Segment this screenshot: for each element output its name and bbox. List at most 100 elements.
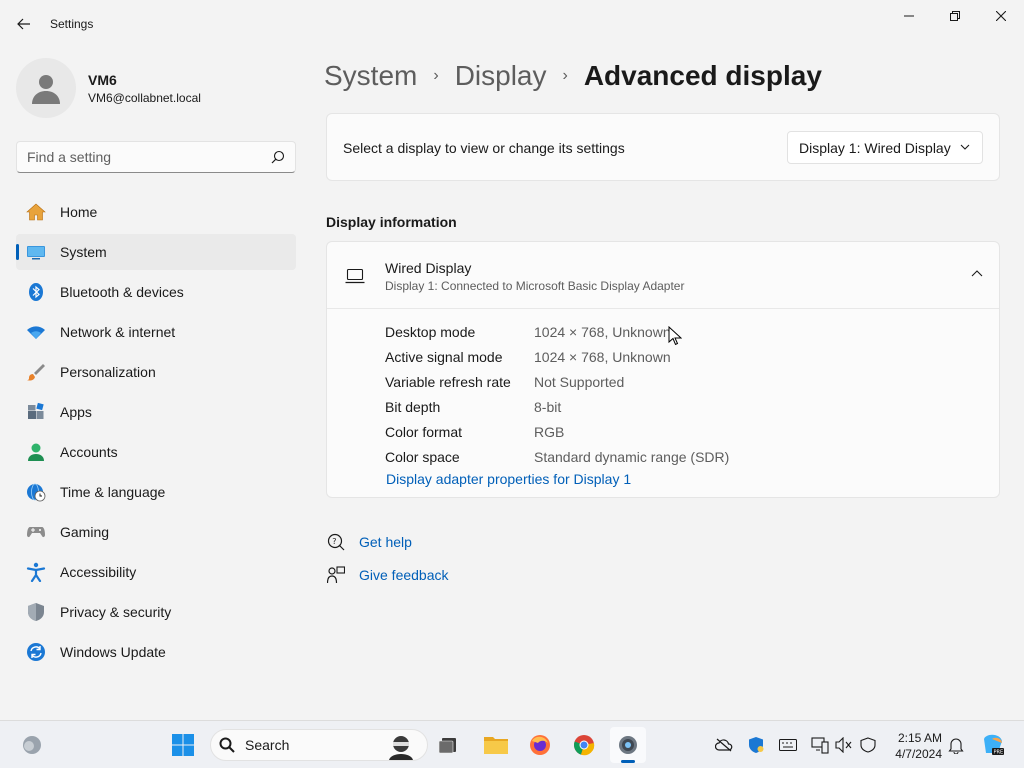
firefox-icon — [530, 735, 550, 755]
sidebar-item-label: Time & language — [60, 484, 166, 500]
info-key: Color format — [385, 423, 463, 440]
notification-bell-icon[interactable] — [946, 735, 966, 755]
avatar[interactable] — [16, 58, 76, 118]
breadcrumb-display[interactable]: Display — [455, 60, 547, 92]
info-key: Active signal mode — [385, 348, 503, 365]
firefox-button[interactable] — [522, 727, 558, 763]
search-highlight-icon — [389, 736, 413, 760]
minimize-button[interactable] — [886, 0, 932, 32]
sidebar-item-personalization[interactable]: Personalization — [16, 354, 296, 390]
breadcrumb-system[interactable]: System — [324, 60, 417, 92]
settings-app-button[interactable] — [610, 727, 646, 763]
clock-time: 2:15 AM — [897, 731, 942, 745]
adapter-properties-link[interactable]: Display adapter properties for Display 1 — [386, 471, 631, 487]
sidebar-item-label: Privacy & security — [60, 604, 172, 620]
sidebar-item-label: Windows Update — [60, 644, 166, 660]
sidebar-item-accounts[interactable]: Accounts — [16, 434, 296, 470]
display-dropdown-value: Display 1: Wired Display — [799, 139, 951, 156]
info-key: Bit depth — [385, 398, 441, 415]
search-input[interactable] — [17, 142, 257, 172]
defender-icon[interactable] — [746, 735, 766, 755]
copilot-icon[interactable]: PRE — [980, 731, 1006, 757]
sidebar-item-label: Network & internet — [60, 324, 176, 340]
start-button[interactable] — [165, 727, 201, 763]
security-shield-icon[interactable] — [858, 735, 878, 755]
keyboard-icon[interactable] — [778, 735, 798, 755]
info-value: Not Supported — [534, 373, 625, 390]
gear-icon — [619, 736, 637, 754]
user-email: VM6@collabnet.local — [88, 91, 201, 105]
task-view-icon — [438, 738, 456, 754]
user-icon — [32, 75, 60, 104]
sidebar-item-network[interactable]: Network & internet — [16, 314, 296, 350]
restore-button[interactable] — [932, 0, 978, 32]
sidebar-item-home[interactable]: Home — [16, 194, 296, 230]
clock-date: 4/7/2024 — [895, 747, 942, 761]
info-row: Color space Standard dynamic range (SDR) — [385, 444, 729, 469]
sidebar-item-gaming[interactable]: Gaming — [16, 514, 296, 550]
system-clock[interactable]: 2:15 AM 4/7/2024 — [886, 730, 942, 762]
controller-icon — [26, 522, 46, 542]
sidebar-nav: Home System Bluetooth & devices Network … — [16, 194, 296, 674]
wifi-icon — [26, 322, 46, 342]
sidebar-item-label: Personalization — [60, 364, 156, 380]
chrome-button[interactable] — [566, 727, 602, 763]
chevron-up-icon[interactable] — [971, 268, 983, 280]
shield-icon — [26, 602, 46, 622]
sidebar-item-label: Home — [60, 204, 98, 220]
close-icon — [996, 11, 1006, 21]
chrome-icon — [574, 735, 595, 756]
info-row: Color format RGB — [385, 419, 729, 444]
info-value: 8-bit — [534, 398, 562, 415]
sidebar-item-time-language[interactable]: Time & language — [16, 474, 296, 510]
mouse-cursor-icon — [668, 326, 682, 346]
info-row: Active signal mode 1024 × 768, Unknown — [385, 344, 729, 369]
breadcrumb-separator: › — [433, 67, 439, 84]
network-icon[interactable] — [810, 735, 830, 755]
give-feedback-label: Give feedback — [359, 567, 449, 583]
minimize-icon — [904, 15, 914, 17]
settings-search[interactable] — [16, 141, 296, 173]
onedrive-icon[interactable] — [714, 735, 734, 755]
feedback-icon — [326, 565, 346, 585]
widgets-button[interactable] — [14, 727, 50, 763]
sidebar-item-system[interactable]: System — [16, 234, 296, 270]
get-help-link[interactable]: ? Get help — [326, 532, 412, 552]
taskbar-search[interactable]: Search — [210, 729, 428, 761]
sidebar-item-accessibility[interactable]: Accessibility — [16, 554, 296, 590]
laptop-icon — [345, 268, 365, 284]
taskbar-search-label: Search — [245, 737, 290, 753]
volume-muted-icon[interactable] — [834, 735, 854, 755]
sidebar-item-bluetooth[interactable]: Bluetooth & devices — [16, 274, 296, 310]
info-value: 1024 × 768, Unknown — [534, 323, 671, 340]
svg-text:?: ? — [332, 537, 336, 546]
globe-clock-icon — [26, 482, 46, 502]
section-title: Display information — [326, 214, 457, 230]
breadcrumb: System › Display › Advanced display — [324, 58, 822, 94]
accessibility-icon — [26, 562, 46, 582]
display-info-card: Wired Display Display 1: Connected to Mi… — [326, 241, 1000, 498]
sidebar-item-apps[interactable]: Apps — [16, 394, 296, 430]
help-icon: ? — [326, 532, 346, 552]
search-icon — [219, 737, 235, 753]
sidebar-item-windows-update[interactable]: Windows Update — [16, 634, 296, 670]
display-select-card: Select a display to view or change its s… — [326, 113, 1000, 181]
sidebar-item-label: System — [60, 244, 107, 260]
display-select-label: Select a display to view or change its s… — [343, 140, 625, 156]
display-dropdown[interactable]: Display 1: Wired Display — [787, 131, 983, 164]
close-button[interactable] — [978, 0, 1024, 32]
display-info-header[interactable]: Wired Display Display 1: Connected to Mi… — [327, 242, 999, 309]
give-feedback-link[interactable]: Give feedback — [326, 565, 449, 585]
back-button[interactable] — [10, 10, 38, 38]
weather-icon — [23, 736, 41, 754]
task-view-button[interactable] — [430, 727, 466, 763]
sidebar-item-privacy[interactable]: Privacy & security — [16, 594, 296, 630]
info-value: 1024 × 768, Unknown — [534, 348, 671, 365]
info-key: Color space — [385, 448, 460, 465]
info-value: RGB — [534, 423, 565, 440]
search-icon[interactable] — [271, 150, 285, 167]
info-key: Desktop mode — [385, 323, 476, 340]
title-bar: Settings — [0, 0, 1024, 48]
file-explorer-button[interactable] — [478, 727, 514, 763]
svg-text:PRE: PRE — [994, 750, 1004, 756]
